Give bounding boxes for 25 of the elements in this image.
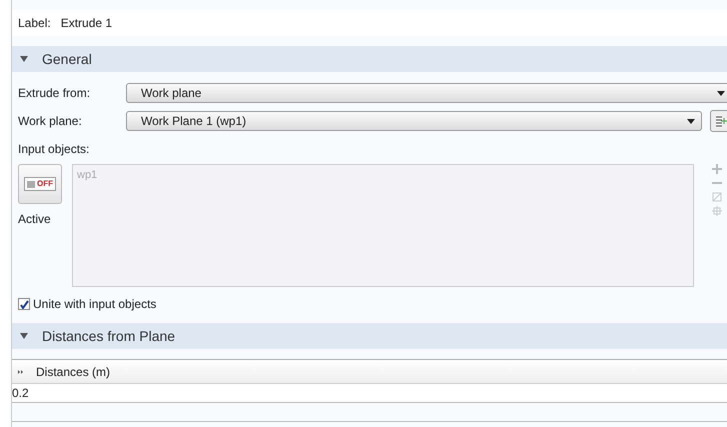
active-toggle[interactable]: OFF xyxy=(18,164,62,204)
extrude-from-caption: Extrude from: xyxy=(18,85,92,102)
section-title: General xyxy=(42,50,92,68)
table-header: Distances (m) xyxy=(12,360,727,384)
label-caption: Label: xyxy=(12,10,61,36)
double-arrow-icon xyxy=(18,370,24,374)
section-header[interactable]: Distances from Plane xyxy=(12,323,727,349)
dropdown-arrow-icon xyxy=(717,90,725,96)
add-to-selection-button[interactable] xyxy=(710,110,727,132)
section-title: Distances from Plane xyxy=(42,326,176,346)
section-header[interactable]: General xyxy=(12,46,727,72)
dropdown[interactable]: Work Plane 1 (wp1) xyxy=(126,111,702,131)
list-add-icon xyxy=(715,115,727,127)
table-cell: 0.2 xyxy=(12,384,727,403)
clear-selection-icon[interactable] xyxy=(712,192,722,202)
work-plane-caption: Work plane: xyxy=(18,113,83,130)
checkbox[interactable] xyxy=(18,298,30,310)
zoom-to-selection-icon[interactable] xyxy=(712,206,722,216)
active-caption: Active xyxy=(18,211,51,228)
dropdown-arrow-icon xyxy=(687,118,695,124)
dropdown[interactable]: Work plane xyxy=(126,83,727,103)
input-objects-caption: Input objects: xyxy=(18,141,90,158)
plus-icon[interactable] xyxy=(712,164,722,174)
unite-checkbox-row[interactable]: Unite with input objects xyxy=(18,295,727,313)
label-field[interactable]: Extrude 1 xyxy=(60,10,727,36)
